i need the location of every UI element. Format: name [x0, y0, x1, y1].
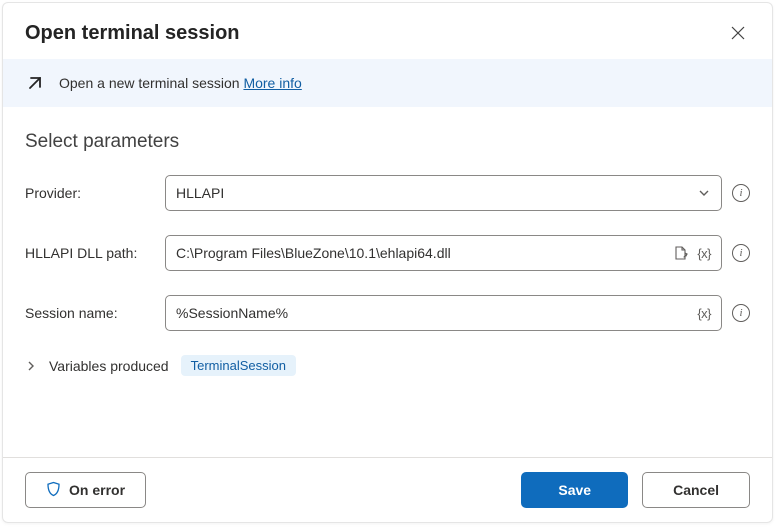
save-label: Save: [558, 482, 591, 498]
on-error-button[interactable]: On error: [25, 472, 146, 508]
variable-picker-icon[interactable]: {x}: [697, 306, 711, 321]
provider-label: Provider:: [25, 185, 157, 201]
close-button[interactable]: [726, 21, 750, 45]
variable-picker-icon[interactable]: {x}: [697, 246, 711, 261]
content: Select parameters Provider: HLLAPI i HLL…: [3, 107, 772, 457]
shield-icon: [46, 481, 61, 500]
open-arrow-icon: [25, 73, 45, 93]
dialog-header: Open terminal session: [3, 3, 772, 59]
session-row: Session name: %SessionName% {x} i: [25, 295, 750, 331]
session-input[interactable]: %SessionName% {x}: [165, 295, 722, 331]
info-banner: Open a new terminal session More info: [3, 59, 772, 107]
on-error-label: On error: [69, 482, 125, 498]
file-picker-icon[interactable]: [673, 245, 689, 261]
provider-value: HLLAPI: [176, 185, 697, 201]
cancel-button[interactable]: Cancel: [642, 472, 750, 508]
session-info-icon[interactable]: i: [732, 304, 750, 322]
chevron-down-icon: [697, 186, 711, 200]
close-icon: [731, 26, 745, 40]
chevron-right-icon[interactable]: [25, 360, 37, 372]
dialog: Open terminal session Open a new termina…: [2, 2, 773, 523]
save-button[interactable]: Save: [521, 472, 628, 508]
variables-row: Variables produced TerminalSession: [25, 355, 750, 376]
dll-row: HLLAPI DLL path: C:\Program Files\BlueZo…: [25, 235, 750, 271]
more-info-link[interactable]: More info: [243, 75, 301, 91]
provider-select[interactable]: HLLAPI: [165, 175, 722, 211]
variables-label: Variables produced: [49, 358, 169, 374]
dll-label: HLLAPI DLL path:: [25, 245, 157, 261]
dialog-title: Open terminal session: [25, 22, 240, 45]
session-label: Session name:: [25, 305, 157, 321]
section-title: Select parameters: [25, 131, 750, 153]
footer: On error Save Cancel: [3, 457, 772, 522]
banner-text-label: Open a new terminal session: [59, 75, 243, 91]
session-value: %SessionName%: [176, 305, 697, 321]
banner-text: Open a new terminal session More info: [59, 75, 302, 91]
dll-input[interactable]: C:\Program Files\BlueZone\10.1\ehlapi64.…: [165, 235, 722, 271]
provider-row: Provider: HLLAPI i: [25, 175, 750, 211]
variable-chip[interactable]: TerminalSession: [181, 355, 296, 376]
dll-value: C:\Program Files\BlueZone\10.1\ehlapi64.…: [176, 245, 673, 261]
cancel-label: Cancel: [673, 482, 719, 498]
dll-info-icon[interactable]: i: [732, 244, 750, 262]
provider-info-icon[interactable]: i: [732, 184, 750, 202]
